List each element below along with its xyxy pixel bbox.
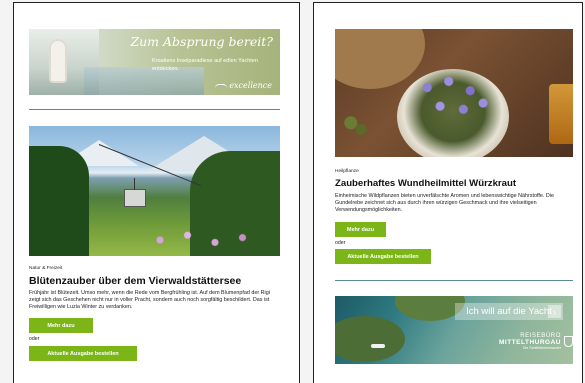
article-category: Natur & Freizeit <box>29 266 63 271</box>
excellence-logo-icon <box>215 84 228 88</box>
leaves-shape <box>343 114 369 136</box>
more-button[interactable]: Mehr dazu <box>29 318 93 333</box>
article-body: Frühjahr ist Blütezeit. Umso mehr, wenn … <box>29 290 270 311</box>
meadow-flowers <box>149 228 259 252</box>
newsletter-preview: Zum Absprung bereit? Kroatiens Inselpara… <box>0 0 585 383</box>
excellence-logo-text: excellence <box>229 81 272 90</box>
excellence-ad-banner[interactable]: Zum Absprung bereit? Kroatiens Inselpara… <box>29 29 280 95</box>
banner-headline: Zum Absprung bereit? <box>130 34 273 49</box>
section-divider <box>335 280 573 281</box>
forest-shape <box>29 146 89 256</box>
chevron-right-icon: › <box>548 305 561 318</box>
banner-subline: Kroatiens Inselparadiese auf edlen Yacht… <box>152 58 258 72</box>
article-body: Einheimische Wildpflanzen bieten unverfä… <box>335 193 554 214</box>
boat-shape <box>371 344 385 348</box>
or-label: oder <box>335 240 346 246</box>
brand-line-2: MITTELTHURGAU <box>499 339 561 346</box>
crest-icon <box>564 336 573 347</box>
article-image-herb-bowl[interactable] <box>335 29 573 157</box>
excellence-logo: excellence <box>215 81 272 90</box>
article-image-rigi-landscape[interactable] <box>29 126 280 256</box>
article-title[interactable]: Blütenzauber über dem Vierwaldstättersee <box>29 275 281 287</box>
honey-jar-shape <box>549 84 573 144</box>
more-button[interactable]: Mehr dazu <box>335 222 386 237</box>
order-issue-button[interactable]: Aktuelle Ausgabe bestellen <box>335 249 431 264</box>
yacht-cta-label: Ich will auf die Yacht <box>466 306 552 317</box>
island-shape <box>335 316 405 362</box>
yacht-ad-banner[interactable]: Ich will auf die Yacht › REISEBÜRO MITTE… <box>335 296 573 364</box>
or-label: oder <box>29 336 40 342</box>
cable-car-gondola <box>124 178 146 207</box>
yacht-cta-button[interactable]: Ich will auf die Yacht › <box>455 303 563 320</box>
reiseburo-logo: REISEBÜRO MITTELTHURGAU Die Schiffsferie… <box>499 333 561 350</box>
purple-flowers <box>410 69 496 131</box>
brand-line-3: Die Schiffsferienmacher <box>522 346 561 350</box>
section-divider <box>29 109 280 110</box>
article-title[interactable]: Zauberhaftes Wundheilmittel Würzkraut <box>335 178 573 189</box>
article-category: Heilpflanze <box>335 169 359 174</box>
order-issue-button[interactable]: Aktuelle Ausgabe bestellen <box>29 346 137 361</box>
